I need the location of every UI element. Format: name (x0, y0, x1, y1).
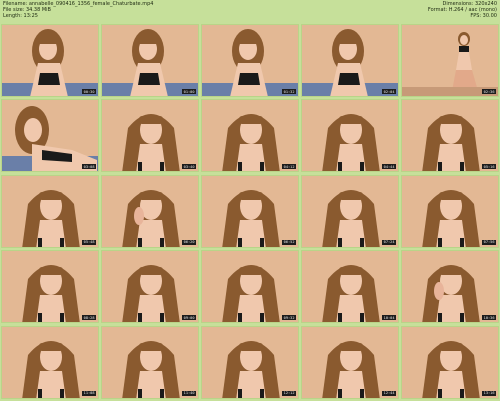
video-thumbnail: 09:32 (201, 250, 299, 324)
timestamp-label: 09:00 (182, 315, 196, 321)
timestamp-label: 07:56 (482, 239, 496, 245)
video-thumbnail: 11:40 (101, 325, 199, 399)
video-thumbnail: 01:32 (201, 24, 299, 97)
timestamp-label: 08:28 (82, 315, 96, 321)
thumbnail-frame (302, 326, 398, 398)
length-row: Length: 13:25 (3, 12, 153, 20)
thumbnail-frame (402, 326, 498, 398)
timestamp-label: 11:08 (82, 390, 96, 396)
timestamp-label: 12:12 (282, 390, 296, 396)
timestamp-label: 03:40 (182, 164, 196, 170)
timestamp-label: 01:00 (182, 89, 196, 94)
video-thumbnail: 02:04 (301, 24, 399, 97)
thumbnail-frame (2, 25, 98, 96)
fps-label: FPS: (470, 12, 482, 19)
info-header: Filename: annabelle_090416_1356_female_C… (0, 0, 500, 24)
thumbnail-frame (102, 251, 198, 323)
thumbnail-frame (102, 326, 198, 398)
timestamp-label: 04:12 (282, 164, 296, 170)
timestamp-label: 03:08 (82, 164, 96, 170)
video-thumbnail: 09:00 (101, 250, 199, 324)
video-thumbnail: 12:44 (301, 325, 399, 399)
timestamp-label: 06:52 (282, 239, 296, 245)
timestamp-label: 10:04 (382, 315, 396, 321)
video-thumbnail: 10:36 (401, 250, 499, 324)
timestamp-label: 02:04 (382, 89, 396, 94)
timestamp-label: 04:44 (382, 164, 396, 170)
format-label: Format: (427, 6, 448, 13)
thumbnail-frame (202, 326, 298, 398)
length-label: Length: (3, 12, 22, 19)
video-thumbnail: 11:08 (1, 325, 99, 399)
video-thumbnail: 04:12 (201, 99, 299, 173)
video-thumbnail: 01:00 (101, 24, 199, 97)
length-value: 13:25 (23, 12, 38, 19)
timestamp-label: 02:36 (482, 89, 496, 94)
video-thumbnail: 00:30 (1, 24, 99, 97)
timestamp-label: 12:44 (382, 390, 396, 396)
info-right: Dimensions: 320x240 Format: H.264 / aac … (427, 1, 497, 20)
timestamp-label: 00:30 (82, 89, 96, 94)
thumbnail-frame (102, 25, 198, 96)
thumbnail-frame (2, 326, 98, 398)
thumbnail-grid: 00:30 01:00 01:32 02:04 02:36 03:08 03:4… (0, 24, 500, 401)
video-thumbnail: 05:48 (1, 174, 99, 248)
video-thumbnail: 05:16 (401, 99, 499, 173)
video-thumbnail: 04:44 (301, 99, 399, 173)
video-thumbnail: 08:28 (1, 250, 99, 324)
thumbnail-frame (302, 25, 398, 96)
timestamp-label: 06:20 (182, 239, 196, 245)
thumbnail-frame (402, 175, 498, 247)
thumbnail-frame (102, 100, 198, 172)
video-thumbnail: 07:24 (301, 174, 399, 248)
video-thumbnail: 06:20 (101, 174, 199, 248)
timestamp-label: 05:48 (82, 239, 96, 245)
video-thumbnail: 03:40 (101, 99, 199, 173)
thumbnail-frame (2, 251, 98, 323)
video-thumbnail: 06:52 (201, 174, 299, 248)
video-thumbnail: 10:04 (301, 250, 399, 324)
thumbnail-frame (102, 175, 198, 247)
video-thumbnail: 03:08 (1, 99, 99, 173)
video-thumbnail: 07:56 (401, 174, 499, 248)
fps-value: 30.00 (482, 12, 497, 19)
video-thumbnail: 13:16 (401, 325, 499, 399)
timestamp-label: 13:16 (482, 390, 496, 396)
thumbnail-frame (302, 100, 398, 172)
thumbnail-frame (402, 25, 498, 96)
timestamp-label: 05:16 (482, 164, 496, 170)
timestamp-label: 09:32 (282, 315, 296, 321)
thumbnail-frame (302, 251, 398, 323)
timestamp-label: 11:40 (182, 390, 196, 396)
info-left: Filename: annabelle_090416_1356_female_C… (3, 1, 153, 20)
thumbnail-frame (202, 100, 298, 172)
thumbnail-frame (402, 100, 498, 172)
thumbnail-frame (302, 175, 398, 247)
thumbnail-frame (2, 175, 98, 247)
video-thumbnail: 02:36 (401, 24, 499, 97)
video-thumbnail: 12:12 (201, 325, 299, 399)
fps-row: FPS: 30.00 (428, 12, 497, 20)
thumbnail-frame (202, 251, 298, 323)
thumbnail-frame (202, 175, 298, 247)
thumbnail-frame (202, 25, 298, 96)
timestamp-label: 07:24 (382, 239, 396, 245)
thumbnail-frame (402, 251, 498, 323)
timestamp-label: 10:36 (482, 315, 496, 321)
thumbnail-frame (2, 100, 98, 172)
timestamp-label: 01:32 (282, 89, 296, 94)
